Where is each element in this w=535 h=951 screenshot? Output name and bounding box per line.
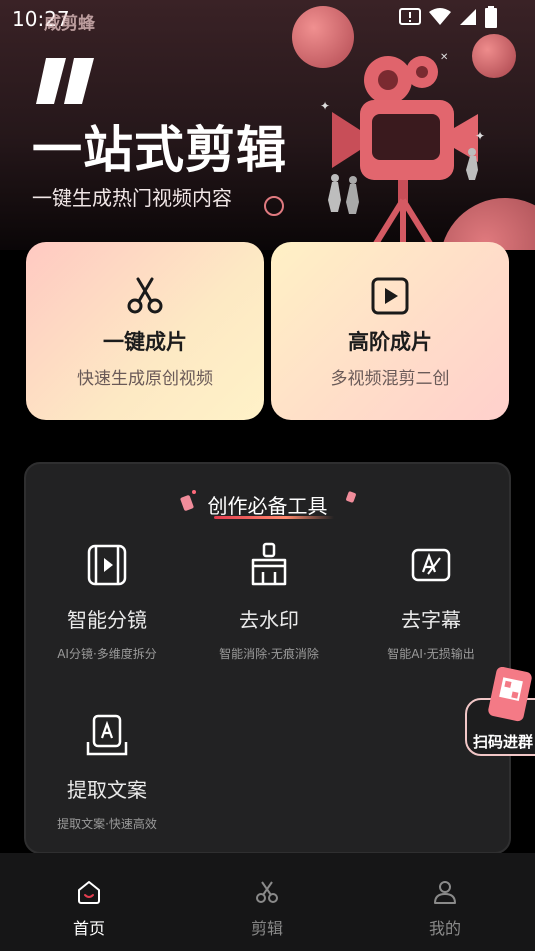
svg-text:✦: ✦ <box>475 129 485 143</box>
tools-section-title: 创作必备工具 <box>207 494 328 518</box>
qr-phone-icon <box>488 667 532 722</box>
text-extract-icon <box>86 714 128 756</box>
hero-subline: 一键生成热门视频内容 <box>32 186 232 210</box>
tab-edit[interactable]: 剪辑 <box>207 879 327 939</box>
tool-smart-storyboard[interactable]: 智能分镜 AI分镜·多维度拆分 <box>26 542 188 662</box>
sparkle-icon <box>346 491 356 503</box>
tool-name: 提取文案 <box>67 778 147 802</box>
tool-desc: AI分镜·多维度拆分 <box>57 647 157 661</box>
tool-desc: 提取文案·快速高效 <box>57 817 157 831</box>
notification-icon <box>399 8 421 25</box>
quote-mark-icon <box>36 58 94 104</box>
status-bar: 10:27 咸剪蜂 <box>0 0 535 38</box>
tool-desc: 智能AI·无损输出 <box>387 647 475 661</box>
battery-icon <box>485 6 497 28</box>
storyboard-icon <box>87 544 127 586</box>
tool-remove-subtitle[interactable]: 去字幕 智能AI·无损输出 <box>350 542 512 662</box>
decor-ring <box>264 196 284 216</box>
play-square-icon <box>371 277 409 315</box>
tab-label: 我的 <box>428 919 461 938</box>
hero-headline: 一站式剪辑 <box>32 121 287 179</box>
subtitle-remove-icon <box>411 548 451 582</box>
card-subtitle: 多视频混剪二创 <box>330 369 450 389</box>
scissors-icon <box>256 881 278 903</box>
card-title: 高阶成片 <box>348 330 432 354</box>
svg-text:✦: ✦ <box>320 99 330 113</box>
brush-icon <box>251 542 287 586</box>
status-icons <box>399 6 497 28</box>
wifi-icon <box>429 8 451 25</box>
tool-remove-watermark[interactable]: 去水印 智能消除·无痕消除 <box>188 542 350 662</box>
tab-home[interactable]: 首页 <box>29 879 149 939</box>
tab-label: 剪辑 <box>250 919 283 938</box>
app-name-tag: 咸剪蜂 <box>44 14 95 34</box>
scan-join-group-label: 扫码进群 <box>473 733 534 751</box>
tools-panel: 创作必备工具 智能分镜 AI分镜·多维度拆分 去水印 智能消除·无痕消除 去字幕… <box>24 462 511 854</box>
movie-camera-illustration: ✦ ✦ ✕ <box>320 52 485 250</box>
card-title: 一键成片 <box>103 330 187 354</box>
tool-desc: 智能消除·无痕消除 <box>219 647 319 661</box>
title-underline <box>214 516 334 519</box>
one-click-film-card[interactable]: 一键成片 快速生成原创视频 <box>26 242 264 420</box>
svg-text:✕: ✕ <box>440 52 448 63</box>
tool-name: 去水印 <box>239 608 299 632</box>
home-icon <box>78 881 100 904</box>
advanced-film-card[interactable]: 高阶成片 多视频混剪二创 <box>271 242 509 420</box>
tool-name: 去字幕 <box>401 608 461 632</box>
card-subtitle: 快速生成原创视频 <box>77 369 213 389</box>
scissors-icon <box>127 277 163 314</box>
tab-mine[interactable]: 我的 <box>385 879 505 939</box>
bottom-tab-bar: 首页 剪辑 我的 <box>0 853 535 951</box>
tool-extract-copy[interactable]: 提取文案 提取文案·快速高效 <box>26 712 188 832</box>
signal-icon <box>460 9 476 25</box>
tool-name: 智能分镜 <box>67 608 147 632</box>
tab-label: 首页 <box>72 919 105 938</box>
user-icon <box>434 881 456 904</box>
